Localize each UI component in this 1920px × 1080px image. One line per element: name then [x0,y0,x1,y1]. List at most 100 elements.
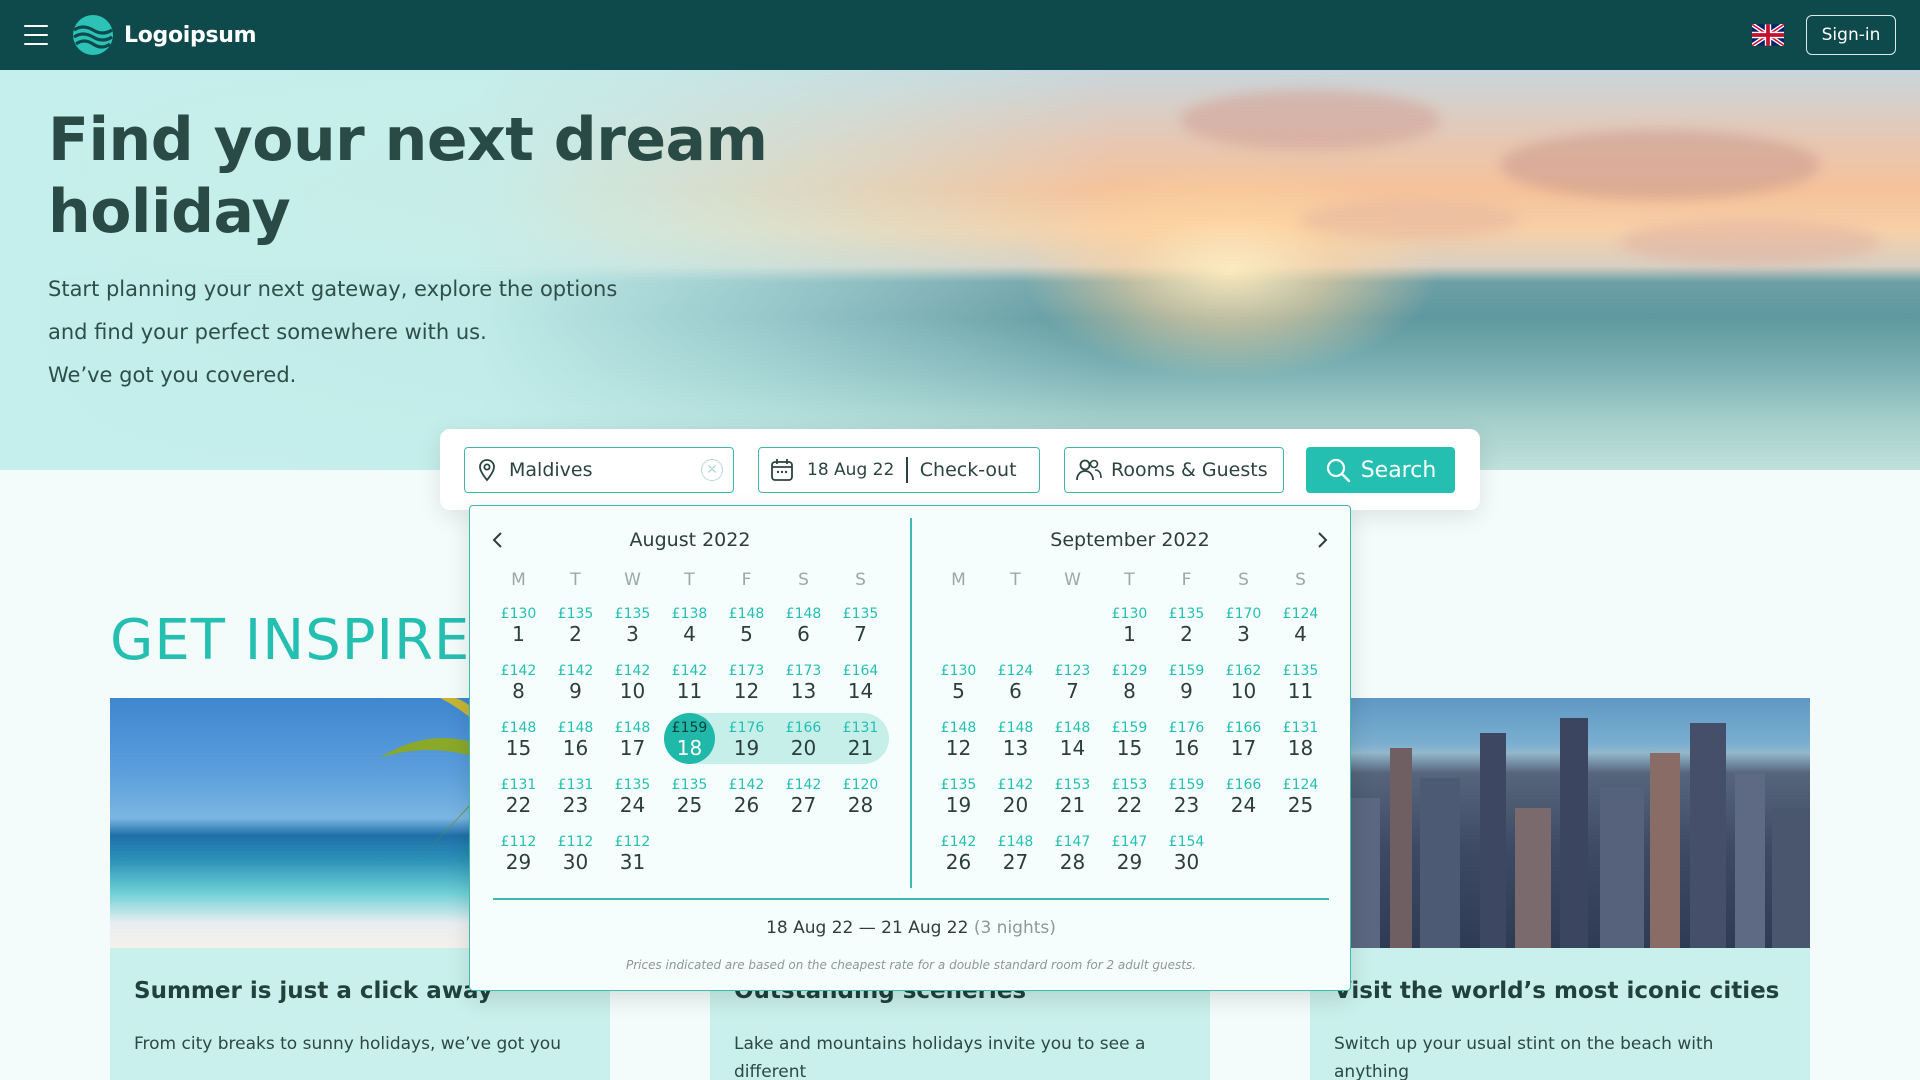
weekday-label: S [1238,570,1249,590]
calendar-day[interactable]: £173 13 [775,653,832,710]
calendar-day[interactable]: £148 27 [987,824,1044,881]
sign-in-button[interactable]: Sign-in [1806,15,1896,55]
calendar-day[interactable]: £148 13 [987,710,1044,767]
day-number: 2 [1180,622,1193,646]
calendar-day[interactable]: £135 24 [604,767,661,824]
hero-title: Find your next dream holiday [48,105,768,247]
calendar-day[interactable]: £142 8 [490,653,547,710]
hero-subtitle-line: We’ve got you covered. [48,363,297,387]
calendar-day[interactable]: £148 12 [930,710,987,767]
calendar-day[interactable]: £148 5 [718,596,775,653]
calendar-day[interactable]: £148 15 [490,710,547,767]
card-body: Visit the world’s most iconic cities Swi… [1310,948,1810,1080]
clear-destination-icon[interactable]: ✕ [701,459,723,481]
menu-icon[interactable] [24,25,48,45]
calendar-day[interactable]: £142 27 [775,767,832,824]
calendar-day[interactable]: £124 25 [1272,767,1329,824]
day-price: £148 [500,720,537,736]
calendar-day[interactable]: £142 9 [547,653,604,710]
destination-field[interactable]: Maldives ✕ [464,447,734,493]
calendar-day[interactable]: £142 10 [604,653,661,710]
date-range-field[interactable]: 18 Aug 22 Check-out [758,447,1040,493]
calendar-day[interactable]: £131 22 [490,767,547,824]
calendar-day[interactable]: £159 15 [1101,710,1158,767]
weekday-label: T [1124,570,1135,590]
day-number: 11 [1287,679,1314,703]
calendar-day[interactable]: £147 29 [1101,824,1158,881]
calendar-day[interactable]: £166 24 [1215,767,1272,824]
weekday-label: W [1064,570,1081,590]
month-divider [910,518,912,888]
day-number: 20 [790,736,817,760]
day-number: 22 [1116,793,1143,817]
calendar-day[interactable]: £123 7 [1044,653,1101,710]
day-number: 1 [512,622,525,646]
calendar-day[interactable]: £162 10 [1215,653,1272,710]
calendar-day[interactable]: £135 19 [930,767,987,824]
day-price: £135 [614,606,651,622]
calendar-day[interactable]: £120 28 [832,767,889,824]
calendar-day[interactable]: £170 3 [1215,596,1272,653]
search-button[interactable]: Search [1306,447,1455,493]
calendar-day[interactable]: £135 2 [1158,596,1215,653]
calendar-day[interactable]: £159 18 [661,710,718,767]
inspiration-card-cities[interactable]: Visit the world’s most iconic cities Swi… [1310,698,1810,1080]
calendar-day[interactable]: £130 1 [1101,596,1158,653]
calendar-day[interactable]: £142 26 [718,767,775,824]
uk-flag-icon[interactable] [1752,24,1784,46]
calendar-day[interactable]: £159 23 [1158,767,1215,824]
day-price: £138 [671,606,708,622]
calendar-day[interactable]: £138 4 [661,596,718,653]
day-number: 5 [952,679,965,703]
logo[interactable]: Logoipsum [72,14,257,56]
search-icon [1326,458,1350,483]
calendar-day[interactable]: £166 20 [775,713,832,764]
calendar-day[interactable]: £131 18 [1272,710,1329,767]
calendar-day[interactable]: £159 9 [1158,653,1215,710]
building [1515,808,1551,948]
calendar-day[interactable]: £112 30 [547,824,604,881]
calendar-day[interactable]: £176 16 [1158,710,1215,767]
calendar-day[interactable]: £130 1 [490,596,547,653]
calendar-day[interactable]: £142 20 [987,767,1044,824]
calendar-day[interactable]: £153 22 [1101,767,1158,824]
calendar-day[interactable]: £131 23 [547,767,604,824]
day-number: 15 [505,736,532,760]
calendar-day[interactable]: £148 6 [775,596,832,653]
calendar-day[interactable]: £135 7 [832,596,889,653]
calendar-day[interactable]: £166 17 [1215,710,1272,767]
calendar-footer-divider [493,898,1329,900]
calendar-day[interactable]: £135 2 [547,596,604,653]
calendar-day[interactable]: £147 28 [1044,824,1101,881]
day-price: £159 [1111,720,1148,736]
hero-subtitle-line: and find your perfect somewhere with us. [48,320,487,344]
calendar-day[interactable]: £124 4 [1272,596,1329,653]
calendar-day[interactable]: £112 31 [604,824,661,881]
calendar-day[interactable]: £154 30 [1158,824,1215,881]
calendar-day[interactable]: £173 12 [718,653,775,710]
calendar-day[interactable]: £148 16 [547,710,604,767]
calendar-day[interactable]: £135 11 [1272,653,1329,710]
calendar-day[interactable]: £148 17 [604,710,661,767]
weekday-label: S [1295,570,1306,590]
calendar-day[interactable]: £130 5 [930,653,987,710]
day-price: £159 [671,720,708,736]
calendar-day[interactable]: £176 19 [718,713,775,764]
calendar-day[interactable]: £129 8 [1101,653,1158,710]
day-number: 11 [676,679,703,703]
day-price: £142 [940,834,977,850]
calendar-day[interactable]: £112 29 [490,824,547,881]
calendar-day[interactable]: £153 21 [1044,767,1101,824]
calendar-day[interactable]: £135 25 [661,767,718,824]
calendar-day[interactable]: £124 6 [987,653,1044,710]
calendar-day[interactable]: £164 14 [832,653,889,710]
calendar-day[interactable]: £135 3 [604,596,661,653]
calendar-day[interactable]: £131 21 [832,713,889,764]
rooms-guests-field[interactable]: Rooms & Guests [1064,447,1284,493]
day-number: 18 [676,736,703,760]
day-price: £131 [557,777,594,793]
checkout-placeholder[interactable]: Check-out [920,459,1017,481]
calendar-day[interactable]: £142 11 [661,653,718,710]
calendar-day[interactable]: £142 26 [930,824,987,881]
calendar-day[interactable]: £148 14 [1044,710,1101,767]
